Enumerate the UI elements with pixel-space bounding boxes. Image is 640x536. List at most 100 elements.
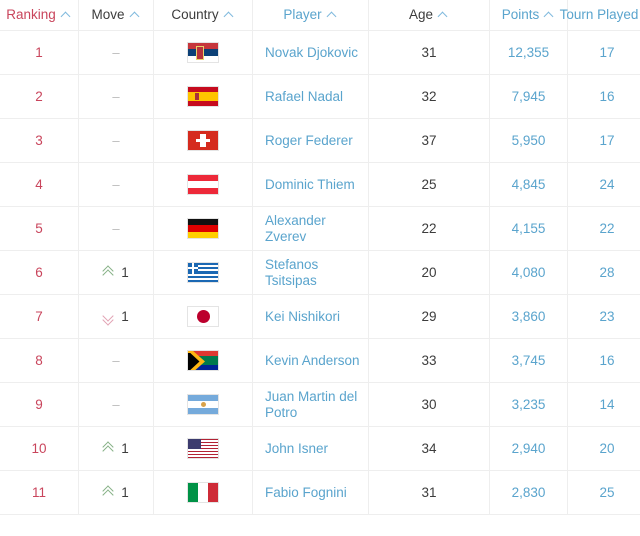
cell-country (153, 30, 253, 75)
cell-player[interactable]: Juan Martin del Potro (252, 382, 369, 427)
cell-ranking: 4 (0, 162, 79, 207)
country-flag-icon (187, 482, 219, 503)
table-row[interactable]: 10 1 John Isner 34 2,940 20 (0, 426, 640, 471)
move-up-icon (102, 441, 115, 457)
cell-move: 1 (78, 470, 154, 515)
cell-player[interactable]: Kei Nishikori (252, 294, 369, 339)
cell-player[interactable]: Stefanos Tsitsipas (252, 250, 369, 295)
country-flag-icon (187, 262, 219, 283)
table-row[interactable]: 5– Alexander Zverev 22 4,155 22 (0, 206, 640, 251)
cell-country (153, 74, 253, 119)
cell-points: 4,080 (489, 250, 568, 295)
column-header-label: Player (283, 6, 322, 22)
move-none-indicator: – (112, 45, 120, 60)
table-row[interactable]: 9 – Juan Martin del Potro 30 3,235 14 (0, 382, 640, 427)
table-row[interactable]: 7 1 Kei Nishikori 29 3,860 23 (0, 294, 640, 339)
table-header: Ranking Move Country Player Age Points Tourn P… (0, 0, 640, 31)
cell-age: 25 (368, 162, 490, 207)
country-flag-icon (187, 438, 219, 459)
column-header-tourn-played[interactable]: Tourn Played (560, 0, 640, 31)
move-none-indicator: – (112, 353, 120, 368)
table-row[interactable]: 6 1 Stefanos Tsitsipas 20 4,080 28 (0, 250, 640, 295)
move-count: 1 (121, 265, 129, 280)
move-up-icon (102, 485, 115, 501)
country-flag-icon (187, 218, 219, 239)
cell-points: 7,945 (489, 74, 568, 119)
move-count: 1 (121, 485, 129, 500)
table-row[interactable]: 2 – Rafael Nadal 32 7,945 16 (0, 74, 640, 119)
cell-country (153, 118, 253, 163)
column-header-label: Age (408, 6, 434, 22)
cell-points: 4,155 (489, 206, 568, 251)
country-flag-icon (187, 306, 219, 327)
column-header-label: Country (171, 6, 219, 22)
cell-age: 22 (368, 206, 490, 251)
move-none-indicator: – (112, 133, 120, 148)
column-header-move[interactable]: Move (78, 0, 154, 31)
column-header-age[interactable]: Age (368, 0, 490, 31)
cell-country (153, 294, 253, 339)
move-down-icon (102, 310, 115, 326)
table-row[interactable]: 4 – Dominic Thiem 25 4,845 24 (0, 162, 640, 207)
cell-country (153, 382, 253, 427)
cell-move: 1 (78, 250, 154, 295)
column-header-label: Move (91, 6, 125, 22)
cell-move: 1 (78, 426, 154, 471)
column-header-label: Ranking (6, 6, 56, 22)
move-count: 1 (121, 309, 129, 324)
cell-age: 33 (368, 338, 490, 383)
cell-points: 4,845 (489, 162, 568, 207)
cell-player[interactable]: Kevin Anderson (252, 338, 369, 383)
cell-move: – (78, 382, 154, 427)
column-header-ranking[interactable]: Ranking (0, 0, 79, 31)
cell-player[interactable]: John Isner (252, 426, 369, 471)
cell-player[interactable]: Dominic Thiem (252, 162, 369, 207)
cell-tourn-played: 14 (567, 382, 640, 427)
table-row[interactable]: 11 1 Fabio Fognini 31 2,830 25 (0, 470, 640, 515)
cell-ranking: 5 (0, 206, 79, 251)
table-row[interactable]: 8 – Kevin Anderson 33 3,745 16 (0, 338, 640, 383)
cell-tourn-played: 17 (567, 118, 640, 163)
cell-country (153, 250, 253, 295)
cell-player[interactable]: Novak Djokovic (252, 30, 369, 75)
cell-move: – (78, 118, 154, 163)
cell-tourn-played: 24 (567, 162, 640, 207)
chevron-up-icon[interactable] (544, 9, 555, 20)
chevron-up-icon[interactable] (438, 9, 449, 20)
cell-player[interactable]: Alexander Zverev (252, 206, 369, 251)
cell-country (153, 470, 253, 515)
chevron-up-icon[interactable] (224, 9, 235, 20)
cell-ranking: 1 (0, 30, 79, 75)
cell-player[interactable]: Rafael Nadal (252, 74, 369, 119)
cell-ranking: 10 (0, 426, 79, 471)
cell-move: – (78, 74, 154, 119)
cell-player[interactable]: Roger Federer (252, 118, 369, 163)
chevron-up-icon[interactable] (61, 9, 72, 20)
cell-points: 2,940 (489, 426, 568, 471)
cell-tourn-played: 25 (567, 470, 640, 515)
column-header-player[interactable]: Player (252, 0, 369, 31)
table-row[interactable]: 1 – Novak Djokovic 31 12,355 17 (0, 30, 640, 75)
cell-ranking: 7 (0, 294, 79, 339)
move-none-indicator: – (112, 89, 120, 104)
cell-player[interactable]: Fabio Fognini (252, 470, 369, 515)
cell-points: 3,860 (489, 294, 568, 339)
cell-ranking: 2 (0, 74, 79, 119)
cell-move: – (78, 206, 154, 251)
column-header-country[interactable]: Country (153, 0, 253, 31)
cell-country (153, 162, 253, 207)
cell-points: 3,235 (489, 382, 568, 427)
cell-points: 2,830 (489, 470, 568, 515)
table-row[interactable]: 3 – Roger Federer 37 5,950 17 (0, 118, 640, 163)
column-header-points[interactable]: Points (489, 0, 568, 31)
move-up-icon (102, 265, 115, 281)
cell-move: – (78, 30, 154, 75)
cell-age: 37 (368, 118, 490, 163)
cell-age: 34 (368, 426, 490, 471)
chevron-up-icon[interactable] (130, 9, 141, 20)
country-flag-icon (187, 394, 219, 415)
cell-tourn-played: 23 (567, 294, 640, 339)
chevron-up-icon[interactable] (327, 9, 338, 20)
cell-age: 29 (368, 294, 490, 339)
cell-ranking: 11 (0, 470, 79, 515)
